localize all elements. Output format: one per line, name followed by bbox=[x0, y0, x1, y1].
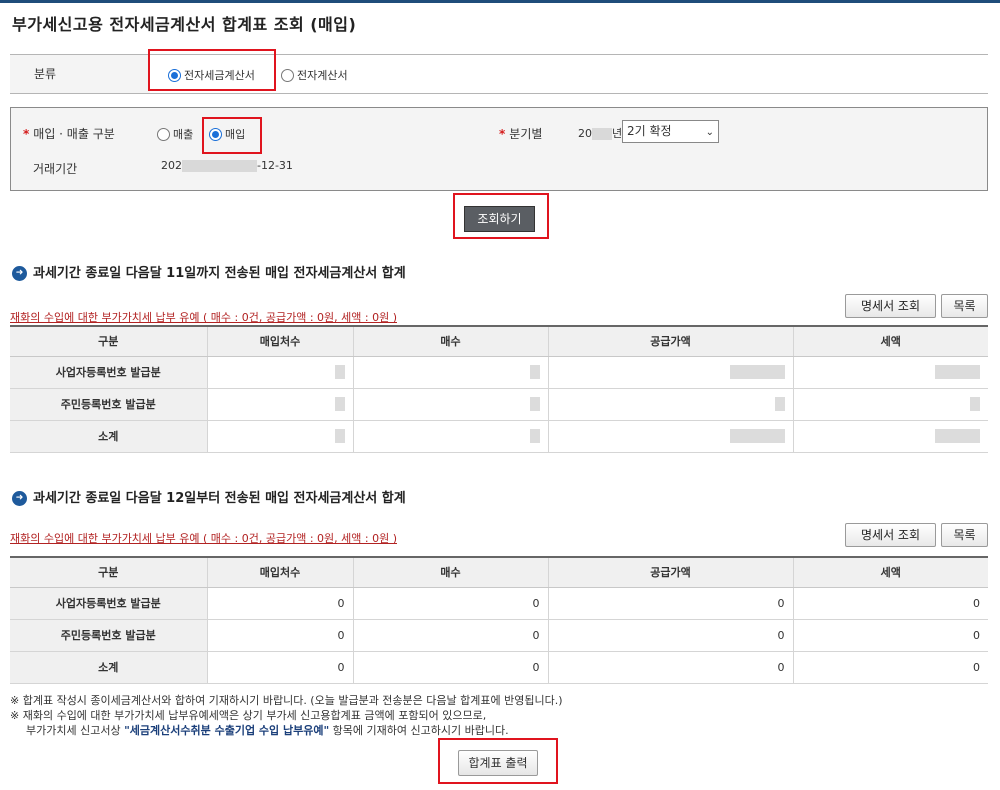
table-cell: 0 bbox=[547, 587, 793, 620]
table-cell: 0 bbox=[792, 619, 988, 652]
period-value: 202 -12-31 bbox=[161, 159, 293, 172]
category-label: 분류 bbox=[10, 55, 150, 93]
table-cell: 0 bbox=[206, 651, 353, 684]
radio-unselected-icon[interactable] bbox=[281, 68, 294, 82]
table-cell bbox=[206, 356, 353, 389]
notes: ※ 합계표 작성시 종이세금계산서와 합하여 기재하시기 바랍니다. (오늘 발… bbox=[10, 693, 563, 738]
table-cell bbox=[547, 388, 793, 421]
chevron-down-icon: ⌄ bbox=[705, 127, 714, 138]
table-cell bbox=[352, 388, 548, 421]
highlight-box-purchase bbox=[202, 117, 262, 154]
highlight-box-category bbox=[148, 49, 276, 91]
table-cell bbox=[206, 420, 353, 453]
trade-type-label: * 매입 · 매출 구분 bbox=[23, 127, 115, 141]
category-option-e-invoice[interactable]: 전자계산서 bbox=[281, 67, 348, 83]
table-cell: 0 bbox=[206, 619, 353, 652]
highlight-box-search bbox=[453, 193, 549, 239]
table-cell: 0 bbox=[206, 587, 353, 620]
table-cell bbox=[792, 388, 988, 421]
table-cell bbox=[206, 388, 353, 421]
table-cell bbox=[792, 420, 988, 453]
section-1-detail-button[interactable]: 명세서 조회 bbox=[845, 294, 936, 318]
search-conditions-panel: * 매입 · 매출 구분 매출 매입 * 분기별 20 년 2기 확정 ⌄ 거래기간 2… bbox=[10, 107, 988, 191]
arrow-right-circle-icon: ➜ bbox=[12, 266, 27, 281]
table-row: 소계 0 0 0 0 bbox=[10, 651, 988, 684]
table-cell bbox=[352, 420, 548, 453]
highlight-box-print bbox=[438, 738, 558, 784]
table-cell: 0 bbox=[547, 619, 793, 652]
section-2-detail-button[interactable]: 명세서 조회 bbox=[845, 523, 936, 547]
table-cell: 0 bbox=[792, 651, 988, 684]
table-header-row: 구분 매입처수 매수 공급가액 세액 bbox=[10, 325, 988, 357]
section-1-list-button[interactable]: 목록 bbox=[941, 294, 988, 318]
section-2-table: 구분 매입처수 매수 공급가액 세액 사업자등록번호 발급분 0 0 0 0 주… bbox=[10, 556, 988, 684]
note-line-2: ※ 재화의 수입에 대한 부가가치세 납부유예세액은 상기 부가세 신고용합계표… bbox=[10, 709, 487, 722]
period-label: 거래기간 bbox=[33, 162, 78, 176]
arrow-right-circle-icon: ➜ bbox=[12, 491, 27, 506]
section-1-deferral-link[interactable]: 재화의 수입에 대한 부가가치세 납부 유예 ( 매수 : 0건, 공급가액 :… bbox=[10, 309, 397, 325]
table-cell bbox=[792, 356, 988, 389]
section-2-deferral-link[interactable]: 재화의 수입에 대한 부가가치세 납부 유예 ( 매수 : 0건, 공급가액 :… bbox=[10, 530, 397, 546]
section-1-title: ➜ 과세기간 종료일 다음달 11일까지 전송된 매입 전자세금계산서 합계 bbox=[12, 262, 406, 281]
table-cell: 0 bbox=[547, 651, 793, 684]
table-cell: 0 bbox=[352, 651, 548, 684]
table-row: 사업자등록번호 발급분 bbox=[10, 356, 988, 389]
note-line-3: 부가가치세 신고서상 "세금계산서수취분 수출기업 수입 납부유예" 항목에 기… bbox=[26, 724, 509, 737]
table-cell bbox=[547, 356, 793, 389]
section-1-table: 구분 매입처수 매수 공급가액 세액 사업자등록번호 발급분 주민등록번호 발급… bbox=[10, 325, 988, 453]
section-2-list-button[interactable]: 목록 bbox=[941, 523, 988, 547]
table-cell bbox=[547, 420, 793, 453]
note-line-1: ※ 합계표 작성시 종이세금계산서와 합하여 기재하시기 바랍니다. (오늘 발… bbox=[10, 694, 563, 707]
table-row: 사업자등록번호 발급분 0 0 0 0 bbox=[10, 587, 988, 620]
year-display: 20 년 bbox=[578, 127, 623, 140]
top-accent-bar bbox=[0, 0, 1000, 3]
table-cell: 0 bbox=[352, 587, 548, 620]
page-title: 부가세신고용 전자세금계산서 합계표 조회 (매입) bbox=[12, 15, 357, 34]
table-cell: 0 bbox=[792, 587, 988, 620]
table-cell bbox=[352, 356, 548, 389]
table-row: 주민등록번호 발급분 0 0 0 0 bbox=[10, 619, 988, 652]
table-row: 소계 bbox=[10, 420, 988, 453]
section-2-title: ➜ 과세기간 종료일 다음달 12일부터 전송된 매입 전자세금계산서 합계 bbox=[12, 487, 406, 506]
radio-unselected-icon[interactable] bbox=[157, 127, 170, 141]
table-row: 주민등록번호 발급분 bbox=[10, 388, 988, 421]
quarter-select[interactable]: 2기 확정 ⌄ bbox=[622, 120, 719, 143]
quarter-label: * 분기별 bbox=[499, 127, 543, 141]
table-cell: 0 bbox=[352, 619, 548, 652]
table-header-row: 구분 매입처수 매수 공급가액 세액 bbox=[10, 556, 988, 588]
trade-type-option-sales[interactable]: 매출 bbox=[157, 126, 193, 142]
